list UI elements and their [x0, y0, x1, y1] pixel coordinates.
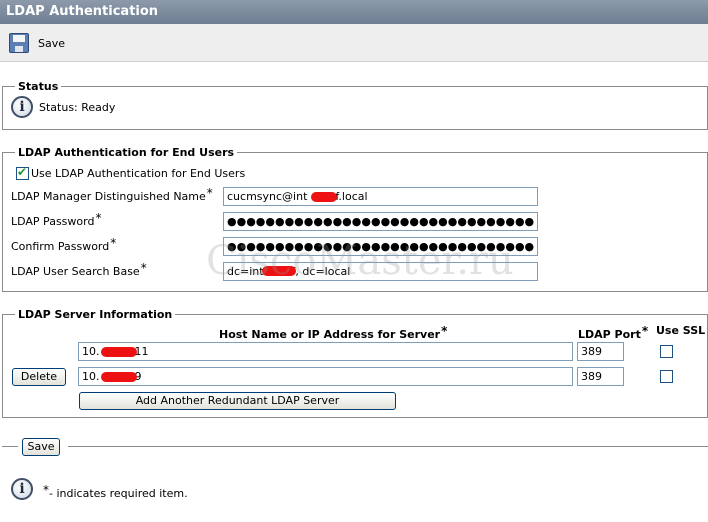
confirm-password-input[interactable] — [223, 237, 538, 256]
required-note: *- indicates required item. — [43, 483, 188, 500]
required-mark: * — [206, 186, 213, 200]
end-users-legend: LDAP Authentication for End Users — [18, 146, 235, 159]
server-info-legend: LDAP Server Information — [18, 308, 173, 321]
toolbar-save-button[interactable]: Save — [38, 37, 65, 50]
delete-server-button[interactable]: Delete — [12, 368, 66, 386]
use-ldap-label: Use LDAP Authentication for End Users — [31, 167, 246, 180]
server-host-input-2[interactable] — [78, 367, 573, 386]
port-column-header: LDAP Port* — [578, 324, 649, 341]
use-ldap-checkbox[interactable] — [16, 165, 29, 180]
redaction-mark — [101, 347, 137, 357]
status-message: Status: Ready — [39, 101, 116, 114]
redaction-mark — [311, 192, 337, 202]
manager-dn-label: LDAP Manager Distinguished Name* — [11, 186, 213, 203]
page-title: LDAP Authentication — [0, 0, 708, 24]
required-mark: * — [641, 324, 649, 338]
required-mark: * — [140, 261, 147, 275]
footer-save-button[interactable]: Save — [22, 438, 60, 456]
info-icon: i — [11, 478, 33, 500]
status-legend: Status — [18, 80, 59, 93]
required-mark: * — [95, 211, 102, 225]
password-input[interactable] — [223, 212, 538, 231]
redaction-mark — [262, 266, 296, 276]
info-icon: i — [11, 96, 33, 118]
required-mark: * — [110, 236, 117, 250]
floppy-disk-icon[interactable] — [9, 33, 29, 53]
required-mark: * — [441, 324, 448, 338]
search-base-label: LDAP User Search Base* — [11, 261, 147, 278]
server-port-input-1[interactable] — [577, 342, 624, 361]
server-ssl-checkbox-2[interactable] — [660, 370, 673, 383]
confirm-password-label: Confirm Password* — [11, 236, 117, 253]
add-ldap-server-button[interactable]: Add Another Redundant LDAP Server — [79, 392, 396, 410]
password-label: LDAP Password* — [11, 211, 102, 228]
redaction-mark — [101, 372, 137, 382]
divider — [68, 446, 708, 447]
manager-dn-input[interactable] — [223, 187, 538, 206]
server-ssl-checkbox-1[interactable] — [660, 345, 673, 358]
host-column-header: Host Name or IP Address for Server* — [219, 324, 448, 341]
server-host-input-1[interactable] — [78, 342, 573, 361]
divider — [2, 446, 18, 447]
toolbar: Save — [0, 24, 708, 62]
ssl-column-header: Use SSL — [656, 324, 706, 337]
server-port-input-2[interactable] — [577, 367, 624, 386]
